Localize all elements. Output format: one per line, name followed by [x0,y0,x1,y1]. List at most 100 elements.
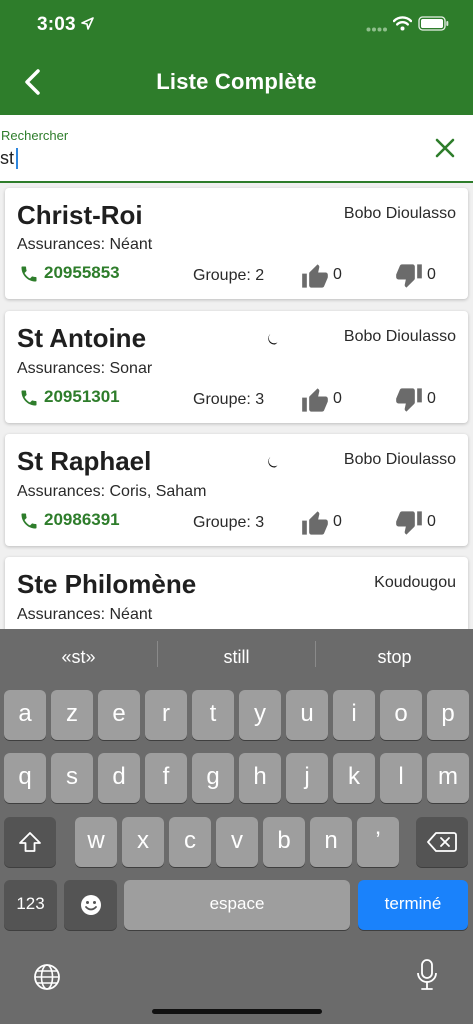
numbers-key[interactable]: 123 [4,880,57,930]
pharmacy-card[interactable]: St Antoine Bobo Dioulasso Assurances: So… [5,311,468,423]
key-o[interactable]: o [380,690,422,740]
pharmacy-group: Groupe: 3 [193,391,265,408]
dislike-button[interactable]: 0 [395,263,445,289]
key-b[interactable]: b [263,817,305,867]
phone-icon [21,513,37,529]
pharmacy-card[interactable]: Christ-Roi Bobo Dioulasso Assurances: Né… [5,188,468,299]
key-z[interactable]: z [51,690,93,740]
pharmacy-card[interactable]: St Raphael Bobo Dioulasso Assurances: Co… [5,434,468,546]
pharmacy-name: Christ-Roi [17,200,143,230]
phone-number: 20986391 [44,510,120,529]
pharmacy-city: Bobo Dioulasso [343,328,456,345]
thumbs-up-icon [302,388,328,412]
key-q[interactable]: q [4,753,46,803]
location-arrow-icon [81,17,94,30]
pharmacy-insurance: Assurances: Sonar [17,360,153,377]
phone-link[interactable]: 20951301 [19,387,139,409]
pharmacy-insurance: Assurances: Néant [17,236,153,253]
text-caret [16,148,18,169]
pharmacy-city: Bobo Dioulasso [343,451,456,468]
suggestion-1[interactable]: «st» [0,629,157,685]
pharmacy-name: St Antoine [17,323,147,353]
phone-link[interactable]: 20955853 [19,263,139,285]
emoji-icon [80,895,101,915]
dislike-count: 0 [427,390,436,407]
key-apostrophe[interactable]: ’ [357,817,399,867]
keyboard: «st» still stop a z e r t y u i o p q s … [0,629,473,1024]
key-v[interactable]: v [216,817,258,867]
key-a[interactable]: a [4,690,46,740]
key-g[interactable]: g [192,753,234,803]
key-k[interactable]: k [333,753,375,803]
page-title: Liste Complète [156,69,317,94]
key-e[interactable]: e [98,690,140,740]
key-m[interactable]: m [427,753,469,803]
dislike-count: 0 [427,513,436,530]
phone-number: 20955853 [44,263,120,282]
pharmacy-city: Bobo Dioulasso [343,205,456,222]
pharmacy-group: Groupe: 2 [193,267,265,284]
wifi-icon [393,16,412,31]
search-bar: Rechercher [0,115,473,183]
key-p[interactable]: p [427,690,469,740]
phone-number: 20951301 [44,387,120,406]
phone-icon [21,266,37,282]
dislike-button[interactable]: 0 [395,510,445,536]
space-key[interactable]: espace [124,880,350,930]
shift-key[interactable] [4,817,56,867]
moon-icon [268,456,278,468]
pharmacy-insurance: Assurances: Coris, Saham [17,483,207,500]
key-l[interactable]: l [380,753,422,803]
thumbs-down-icon [396,511,422,535]
key-d[interactable]: d [98,753,140,803]
like-button[interactable]: 0 [301,510,351,536]
emoji-key[interactable] [64,880,117,930]
like-button[interactable]: 0 [301,387,351,413]
suggestion-2[interactable]: still [158,629,315,685]
delete-key[interactable] [416,817,468,867]
key-c[interactable]: c [169,817,211,867]
key-y[interactable]: y [239,690,281,740]
key-w[interactable]: w [75,817,117,867]
signal-icon [366,27,387,32]
done-key[interactable]: terminé [358,880,468,930]
thumbs-down-icon [396,264,422,288]
key-i[interactable]: i [333,690,375,740]
key-r[interactable]: r [145,690,187,740]
key-x[interactable]: x [122,817,164,867]
like-button[interactable]: 0 [301,263,351,289]
dislike-count: 0 [427,266,436,283]
like-count: 0 [333,390,342,407]
app-bar: 3:03 Liste Complète [0,0,473,115]
status-bar: 3:03 [0,0,473,52]
thumbs-up-icon [302,511,328,535]
suggestion-3[interactable]: stop [316,629,473,685]
pharmacy-city: Koudougou [374,574,456,591]
phone-icon [21,390,37,406]
key-u[interactable]: u [286,690,328,740]
home-indicator [152,1009,322,1014]
clear-search-button[interactable] [432,135,458,161]
key-t[interactable]: t [192,690,234,740]
like-count: 0 [333,266,342,283]
search-input[interactable] [0,146,400,170]
globe-icon[interactable] [33,963,61,991]
thumbs-down-icon [396,388,422,412]
key-h[interactable]: h [239,753,281,803]
like-count: 0 [333,513,342,530]
search-label: Rechercher [1,128,69,143]
key-f[interactable]: f [145,753,187,803]
phone-link[interactable]: 20986391 [19,510,139,532]
key-n[interactable]: n [310,817,352,867]
thumbs-up-icon [302,264,328,288]
microphone-icon[interactable] [416,958,438,992]
pharmacy-list: Christ-Roi Bobo Dioulasso Assurances: Né… [0,183,473,629]
key-j[interactable]: j [286,753,328,803]
pharmacy-group: Groupe: 3 [193,514,265,531]
moon-icon [268,333,278,345]
pharmacy-card[interactable]: Ste Philomène Koudougou Assurances: Néan… [5,557,468,629]
battery-icon [418,16,449,31]
status-time: 3:03 [37,14,76,35]
key-s[interactable]: s [51,753,93,803]
dislike-button[interactable]: 0 [395,387,445,413]
